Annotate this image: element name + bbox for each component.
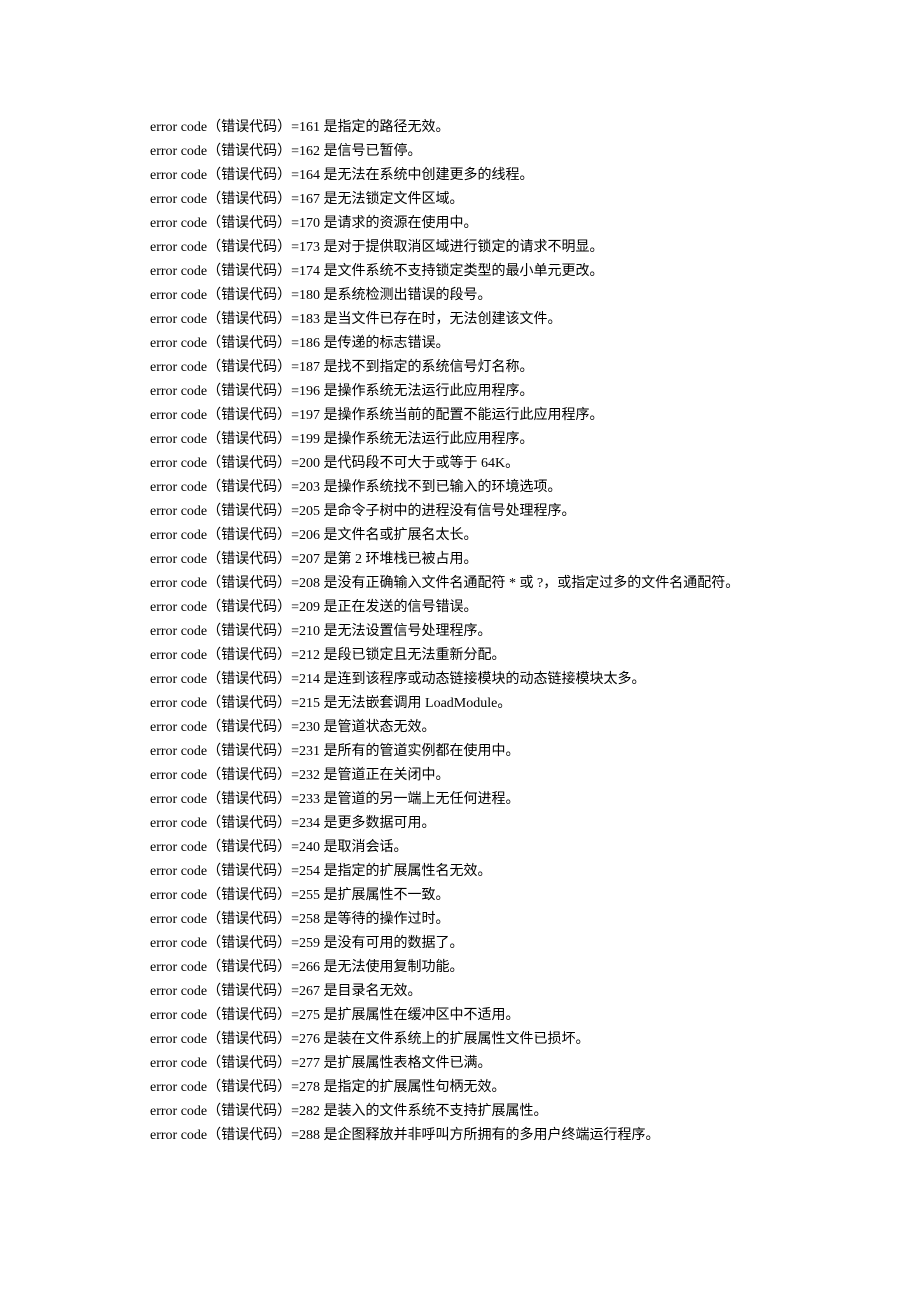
error-code-line: error code（错误代码）=199 是操作系统无法运行此应用程序。 bbox=[150, 428, 770, 452]
error-code-line: error code（错误代码）=255 是扩展属性不一致。 bbox=[150, 884, 770, 908]
error-code-text: error code（错误代码）=197 是操作系统当前的配置不能运行此应用程序… bbox=[150, 408, 604, 423]
error-code-text: error code（错误代码）=288 是企图释放并非呼叫方所拥有的多用户终端… bbox=[150, 1128, 660, 1143]
error-code-text: error code（错误代码）=162 是信号已暂停。 bbox=[150, 144, 422, 159]
error-code-text: error code（错误代码）=203 是操作系统找不到已输入的环境选项。 bbox=[150, 480, 562, 495]
error-code-text: error code（错误代码）=282 是装入的文件系统不支持扩展属性。 bbox=[150, 1104, 548, 1119]
error-code-text: error code（错误代码）=206 是文件名或扩展名太长。 bbox=[150, 528, 478, 543]
error-code-line: error code（错误代码）=275 是扩展属性在缓冲区中不适用。 bbox=[150, 1004, 770, 1028]
error-code-line: error code（错误代码）=207 是第 2 环堆栈已被占用。 bbox=[150, 548, 770, 572]
error-code-line: error code（错误代码）=233 是管道的另一端上无任何进程。 bbox=[150, 788, 770, 812]
error-code-text: error code（错误代码）=240 是取消会话。 bbox=[150, 840, 408, 855]
error-code-text: error code（错误代码）=212 是段已锁定且无法重新分配。 bbox=[150, 648, 506, 663]
error-code-text: error code（错误代码）=275 是扩展属性在缓冲区中不适用。 bbox=[150, 1008, 520, 1023]
error-code-text: error code（错误代码）=231 是所有的管道实例都在使用中。 bbox=[150, 744, 520, 759]
error-code-line: error code（错误代码）=254 是指定的扩展属性名无效。 bbox=[150, 860, 770, 884]
error-code-line: error code（错误代码）=259 是没有可用的数据了。 bbox=[150, 932, 770, 956]
error-code-text: error code（错误代码）=209 是正在发送的信号错误。 bbox=[150, 600, 478, 615]
error-code-list: error code（错误代码）=161 是指定的路径无效。 error code… bbox=[150, 116, 770, 1148]
error-code-text: error code（错误代码）=205 是命令子树中的进程没有信号处理程序。 bbox=[150, 504, 576, 519]
error-code-line: error code（错误代码）=183 是当文件已存在时，无法创建该文件。 bbox=[150, 308, 770, 332]
error-code-text: error code（错误代码）=254 是指定的扩展属性名无效。 bbox=[150, 864, 492, 879]
error-code-line: error code（错误代码）=203 是操作系统找不到已输入的环境选项。 bbox=[150, 476, 770, 500]
error-code-text: error code（错误代码）=180 是系统检测出错误的段号。 bbox=[150, 288, 492, 303]
error-code-line: error code（错误代码）=210 是无法设置信号处理程序。 bbox=[150, 620, 770, 644]
error-code-line: error code（错误代码）=288 是企图释放并非呼叫方所拥有的多用户终端… bbox=[150, 1124, 770, 1148]
error-code-text: error code（错误代码）=278 是指定的扩展属性句柄无效。 bbox=[150, 1080, 506, 1095]
error-code-line: error code（错误代码）=230 是管道状态无效。 bbox=[150, 716, 770, 740]
error-code-line: error code（错误代码）=162 是信号已暂停。 bbox=[150, 140, 770, 164]
error-code-line: error code（错误代码）=266 是无法使用复制功能。 bbox=[150, 956, 770, 980]
error-code-text: error code（错误代码）=277 是扩展属性表格文件已满。 bbox=[150, 1056, 492, 1071]
error-code-line: error code（错误代码）=186 是传递的标志错误。 bbox=[150, 332, 770, 356]
error-code-text: error code（错误代码）=183 是当文件已存在时，无法创建该文件。 bbox=[150, 312, 562, 327]
error-code-line: error code（错误代码）=187 是找不到指定的系统信号灯名称。 bbox=[150, 356, 770, 380]
error-code-text: error code（错误代码）=267 是目录名无效。 bbox=[150, 984, 422, 999]
error-code-text: error code（错误代码）=276 是装在文件系统上的扩展属性文件已损坏。 bbox=[150, 1032, 590, 1047]
error-code-text: error code（错误代码）=232 是管道正在关闭中。 bbox=[150, 768, 450, 783]
error-code-text: error code（错误代码）=207 是第 2 环堆栈已被占用。 bbox=[150, 552, 478, 567]
error-code-text: error code（错误代码）=196 是操作系统无法运行此应用程序。 bbox=[150, 384, 534, 399]
error-code-line: error code（错误代码）=282 是装入的文件系统不支持扩展属性。 bbox=[150, 1100, 770, 1124]
error-code-text: error code（错误代码）=208 是没有正确输入文件名通配符 * 或 ?… bbox=[150, 576, 739, 591]
error-code-text: error code（错误代码）=173 是对于提供取消区域进行锁定的请求不明显… bbox=[150, 240, 604, 255]
error-code-line: error code（错误代码）=174 是文件系统不支持锁定类型的最小单元更改… bbox=[150, 260, 770, 284]
error-code-text: error code（错误代码）=266 是无法使用复制功能。 bbox=[150, 960, 464, 975]
error-code-text: error code（错误代码）=233 是管道的另一端上无任何进程。 bbox=[150, 792, 520, 807]
error-code-line: error code（错误代码）=240 是取消会话。 bbox=[150, 836, 770, 860]
error-code-text: error code（错误代码）=259 是没有可用的数据了。 bbox=[150, 936, 464, 951]
error-code-line: error code（错误代码）=167 是无法锁定文件区域。 bbox=[150, 188, 770, 212]
error-code-line: error code（错误代码）=258 是等待的操作过时。 bbox=[150, 908, 770, 932]
error-code-line: error code（错误代码）=197 是操作系统当前的配置不能运行此应用程序… bbox=[150, 404, 770, 428]
error-code-text: error code（错误代码）=187 是找不到指定的系统信号灯名称。 bbox=[150, 360, 534, 375]
error-code-line: error code（错误代码）=161 是指定的路径无效。 bbox=[150, 116, 770, 140]
error-code-line: error code（错误代码）=164 是无法在系统中创建更多的线程。 bbox=[150, 164, 770, 188]
error-code-text: error code（错误代码）=230 是管道状态无效。 bbox=[150, 720, 436, 735]
error-code-text: error code（错误代码）=258 是等待的操作过时。 bbox=[150, 912, 450, 927]
error-code-text: error code（错误代码）=167 是无法锁定文件区域。 bbox=[150, 192, 464, 207]
error-code-text: error code（错误代码）=214 是连到该程序或动态链接模块的动态链接模… bbox=[150, 672, 646, 687]
error-code-line: error code（错误代码）=278 是指定的扩展属性句柄无效。 bbox=[150, 1076, 770, 1100]
error-code-line: error code（错误代码）=180 是系统检测出错误的段号。 bbox=[150, 284, 770, 308]
error-code-line: error code（错误代码）=215 是无法嵌套调用 LoadModule。 bbox=[150, 692, 770, 716]
error-code-line: error code（错误代码）=209 是正在发送的信号错误。 bbox=[150, 596, 770, 620]
error-code-line: error code（错误代码）=206 是文件名或扩展名太长。 bbox=[150, 524, 770, 548]
error-code-text: error code（错误代码）=161 是指定的路径无效。 bbox=[150, 120, 450, 135]
error-code-text: error code（错误代码）=199 是操作系统无法运行此应用程序。 bbox=[150, 432, 534, 447]
error-code-line: error code（错误代码）=231 是所有的管道实例都在使用中。 bbox=[150, 740, 770, 764]
error-code-text: error code（错误代码）=210 是无法设置信号处理程序。 bbox=[150, 624, 492, 639]
error-code-text: error code（错误代码）=200 是代码段不可大于或等于 64K。 bbox=[150, 456, 519, 471]
error-code-line: error code（错误代码）=232 是管道正在关闭中。 bbox=[150, 764, 770, 788]
error-code-text: error code（错误代码）=234 是更多数据可用。 bbox=[150, 816, 436, 831]
error-code-line: error code（错误代码）=208 是没有正确输入文件名通配符 * 或 ?… bbox=[150, 572, 770, 596]
error-code-line: error code（错误代码）=234 是更多数据可用。 bbox=[150, 812, 770, 836]
error-code-line: error code（错误代码）=267 是目录名无效。 bbox=[150, 980, 770, 1004]
error-code-line: error code（错误代码）=173 是对于提供取消区域进行锁定的请求不明显… bbox=[150, 236, 770, 260]
error-code-line: error code（错误代码）=277 是扩展属性表格文件已满。 bbox=[150, 1052, 770, 1076]
error-code-text: error code（错误代码）=186 是传递的标志错误。 bbox=[150, 336, 450, 351]
error-code-line: error code（错误代码）=196 是操作系统无法运行此应用程序。 bbox=[150, 380, 770, 404]
error-code-line: error code（错误代码）=170 是请求的资源在使用中。 bbox=[150, 212, 770, 236]
error-code-text: error code（错误代码）=164 是无法在系统中创建更多的线程。 bbox=[150, 168, 534, 183]
error-code-text: error code（错误代码）=215 是无法嵌套调用 LoadModule。 bbox=[150, 696, 511, 711]
error-code-text: error code（错误代码）=255 是扩展属性不一致。 bbox=[150, 888, 450, 903]
error-code-text: error code（错误代码）=174 是文件系统不支持锁定类型的最小单元更改… bbox=[150, 264, 604, 279]
error-code-line: error code（错误代码）=276 是装在文件系统上的扩展属性文件已损坏。 bbox=[150, 1028, 770, 1052]
error-code-line: error code（错误代码）=205 是命令子树中的进程没有信号处理程序。 bbox=[150, 500, 770, 524]
error-code-line: error code（错误代码）=214 是连到该程序或动态链接模块的动态链接模… bbox=[150, 668, 770, 692]
error-code-text: error code（错误代码）=170 是请求的资源在使用中。 bbox=[150, 216, 478, 231]
error-code-line: error code（错误代码）=200 是代码段不可大于或等于 64K。 bbox=[150, 452, 770, 476]
error-code-line: error code（错误代码）=212 是段已锁定且无法重新分配。 bbox=[150, 644, 770, 668]
